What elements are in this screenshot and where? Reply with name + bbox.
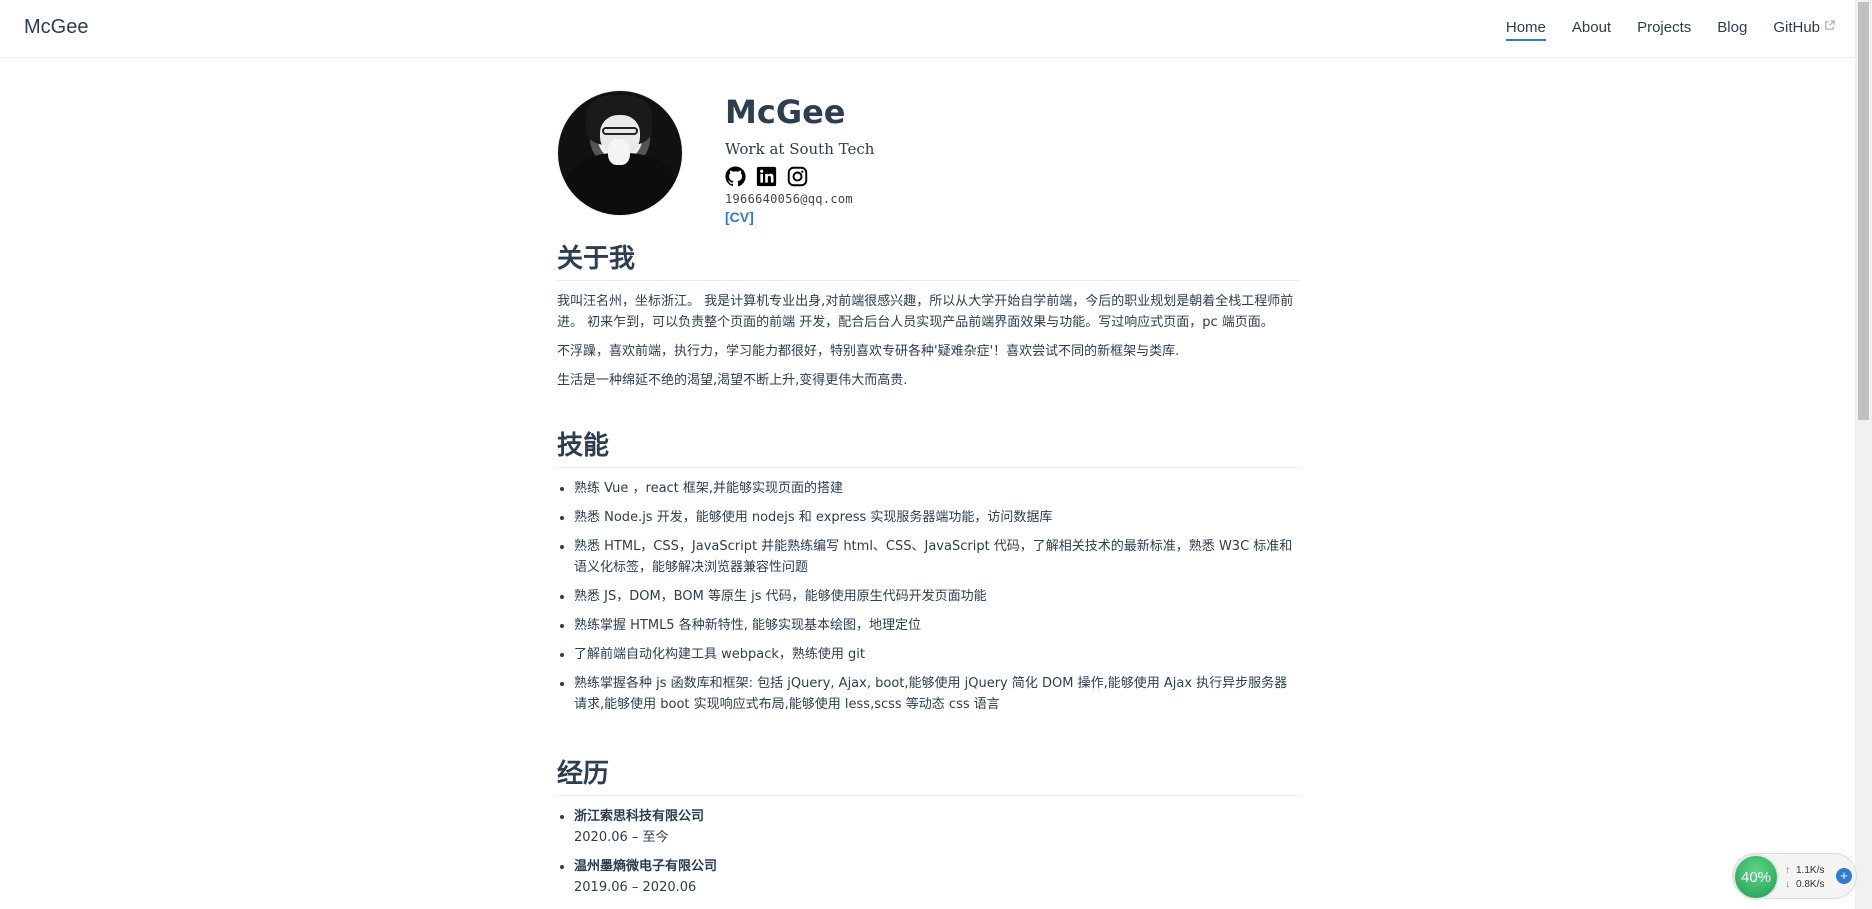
site-name[interactable]: McGee: [24, 16, 88, 39]
list-item: 浙江索思科技有限公司 2020.06 – 至今: [574, 806, 1299, 848]
skills-list: 熟练 Vue ，react 框架,并能够实现页面的搭建 熟悉 Node.js 开…: [557, 478, 1299, 715]
social-links: [725, 166, 874, 187]
list-item: 了解前端自动化构建工具 webpack，熟练使用 git: [574, 644, 1299, 665]
upload-arrow-icon: ↑: [1785, 865, 1790, 876]
profile-email: 1966640056@qq.com: [725, 192, 853, 206]
list-item: 熟练掌握 HTML5 各种新特性, 能够实现基本绘图，地理定位: [574, 615, 1299, 636]
about-paragraph: 不浮躁，喜欢前端，执行力，学习能力都很好，特别喜欢专研各种'疑难杂症'！喜欢尝试…: [557, 344, 1180, 359]
external-link-icon: [1824, 20, 1835, 34]
nav-projects[interactable]: Projects: [1637, 19, 1691, 41]
list-item: 熟练 Vue ，react 框架,并能够实现页面的搭建: [574, 478, 1299, 499]
scrollbar-thumb[interactable]: [1858, 2, 1869, 420]
instagram-icon[interactable]: [787, 166, 808, 187]
about-paragraph: 生活是一种绵延不绝的渴望,渴望不断上升,变得更伟大而高贵.: [557, 373, 908, 388]
list-item: 温州墨熵微电子有限公司 2019.06 – 2020.06: [574, 856, 1299, 898]
list-item: 熟悉 JS，DOM，BOM 等原生 js 代码，能够使用原生代码开发页面功能: [574, 586, 1299, 607]
skills-heading: 技能: [557, 425, 1299, 468]
list-item: 熟练掌握各种 js 函数库和框架: 包括 jQuery, Ajax, boot,…: [574, 673, 1299, 715]
job-period: 2019.06 – 2020.06: [574, 880, 697, 895]
network-usage-gauge[interactable]: 40%: [1733, 854, 1779, 900]
company-name: 浙江索思科技有限公司: [574, 809, 705, 824]
github-icon[interactable]: [725, 166, 746, 187]
about-heading: 关于我: [557, 238, 1299, 281]
nav-github[interactable]: GitHub: [1773, 19, 1835, 41]
experience-list: 浙江索思科技有限公司 2020.06 – 至今 温州墨熵微电子有限公司 2019…: [557, 806, 1299, 898]
skills-section: 技能 熟练 Vue ，react 框架,并能够实现页面的搭建 熟悉 Node.j…: [557, 425, 1299, 715]
company-name: 温州墨熵微电子有限公司: [574, 859, 718, 874]
nav-about[interactable]: About: [1572, 19, 1611, 41]
avatar: [557, 90, 683, 216]
about-paragraph: 我叫汪名州，坐标浙江。 我是计算机专业出身,对前端很感兴趣，所以从大学开始自学前…: [557, 294, 1294, 330]
profile-name: McGee: [725, 93, 846, 131]
nav-links: Home About Projects Blog GitHub: [1480, 19, 1835, 41]
linkedin-icon[interactable]: [756, 166, 777, 187]
upload-speed: 1.1K/s: [1796, 865, 1825, 876]
cv-link[interactable]: [CV]: [725, 209, 874, 225]
nav-home[interactable]: Home: [1505, 19, 1546, 41]
experience-section: 经历 浙江索思科技有限公司 2020.06 – 至今 温州墨熵微电子有限公司 2…: [557, 753, 1299, 898]
list-item: 熟悉 HTML，CSS，JavaScript 并能熟练编写 html、CSS、J…: [574, 536, 1299, 578]
experience-heading: 经历: [557, 753, 1299, 796]
navbar: McGee Home About Projects Blog GitHub: [0, 0, 1855, 58]
profile-work: Work at South Tech: [725, 140, 875, 158]
scrollbar[interactable]: [1855, 0, 1872, 909]
list-item: 熟悉 Node.js 开发，能够使用 nodejs 和 express 实现服务…: [574, 507, 1299, 528]
network-speeds: ↑ 1.1K/s ↓ 0.8K/s: [1785, 864, 1824, 892]
job-period: 2020.06 – 至今: [574, 830, 669, 845]
download-arrow-icon: ↓: [1785, 879, 1790, 890]
download-speed: 0.8K/s: [1796, 879, 1825, 890]
nav-github-label: GitHub: [1773, 19, 1820, 36]
nav-blog[interactable]: Blog: [1717, 19, 1747, 41]
about-section: 关于我 我叫汪名州，坐标浙江。 我是计算机专业出身,对前端很感兴趣，所以从大学开…: [557, 238, 1299, 391]
profile-info: McGee Work at South Tech 1966640056@qq.c…: [725, 90, 874, 225]
main-content: McGee Work at South Tech 1966640056@qq.c…: [557, 90, 1299, 906]
plus-icon[interactable]: +: [1836, 868, 1852, 884]
profile-card: McGee Work at South Tech 1966640056@qq.c…: [557, 90, 1299, 225]
